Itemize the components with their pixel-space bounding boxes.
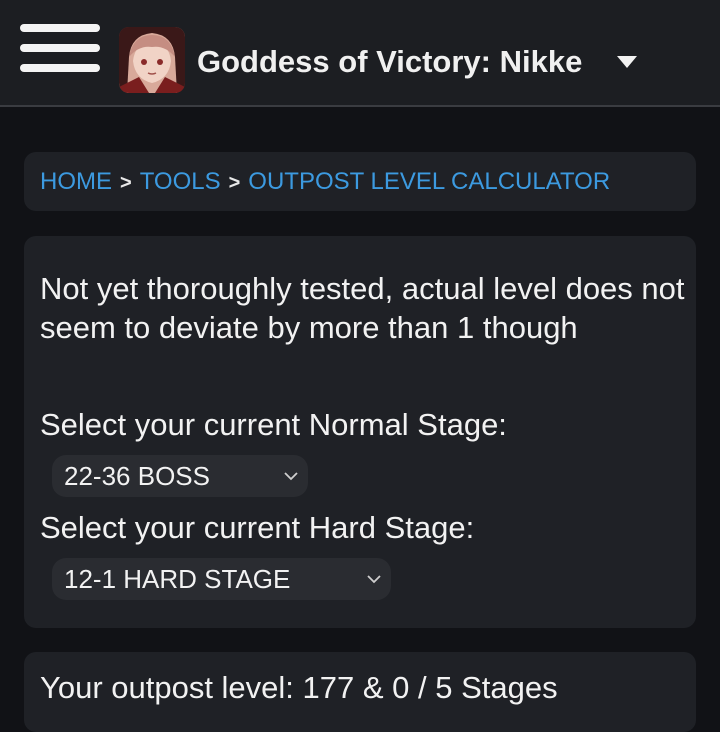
chevron-down-icon <box>367 575 381 584</box>
breadcrumb-tools-link[interactable]: TOOLS <box>140 168 221 195</box>
hard-stage-value: 12-1 HARD STAGE <box>64 564 291 594</box>
hard-stage-label: Select your current Hard Stage: <box>40 510 475 545</box>
normal-stage-label: Select your current Normal Stage: <box>40 407 507 442</box>
game-avatar[interactable] <box>119 27 185 93</box>
outpost-level-result: Your outpost level: 177 & 0 / 5 Stages <box>40 670 558 705</box>
calculator-card: Not yet thoroughly tested, actual level … <box>24 236 696 628</box>
chevron-down-icon <box>284 472 298 481</box>
normal-stage-select[interactable]: 22-36 BOSS <box>52 455 308 497</box>
result-card: Your outpost level: 177 & 0 / 5 Stages <box>24 652 696 732</box>
normal-stage-value: 22-36 BOSS <box>64 461 210 491</box>
app-title[interactable]: Goddess of Victory: Nikke <box>197 40 582 84</box>
hamburger-menu-icon[interactable] <box>20 24 100 72</box>
breadcrumb-separator: > <box>228 172 241 194</box>
breadcrumb-home-link[interactable]: HOME <box>40 168 112 195</box>
top-navigation-bar: Goddess of Victory: Nikke <box>0 0 720 107</box>
breadcrumb-card: HOME > TOOLS > OUTPOST LEVEL CALCULATOR <box>24 152 696 211</box>
avatar-portrait-icon <box>119 27 185 93</box>
disclaimer-text: Not yet thoroughly tested, actual level … <box>40 271 685 345</box>
breadcrumb-current-link[interactable]: OUTPOST LEVEL CALCULATOR <box>248 168 610 195</box>
hard-stage-select[interactable]: 12-1 HARD STAGE <box>52 558 391 600</box>
caret-down-icon[interactable] <box>612 48 642 76</box>
breadcrumb-separator: > <box>120 172 132 194</box>
breadcrumb: HOME > TOOLS > OUTPOST LEVEL CALCULATOR <box>40 165 610 199</box>
